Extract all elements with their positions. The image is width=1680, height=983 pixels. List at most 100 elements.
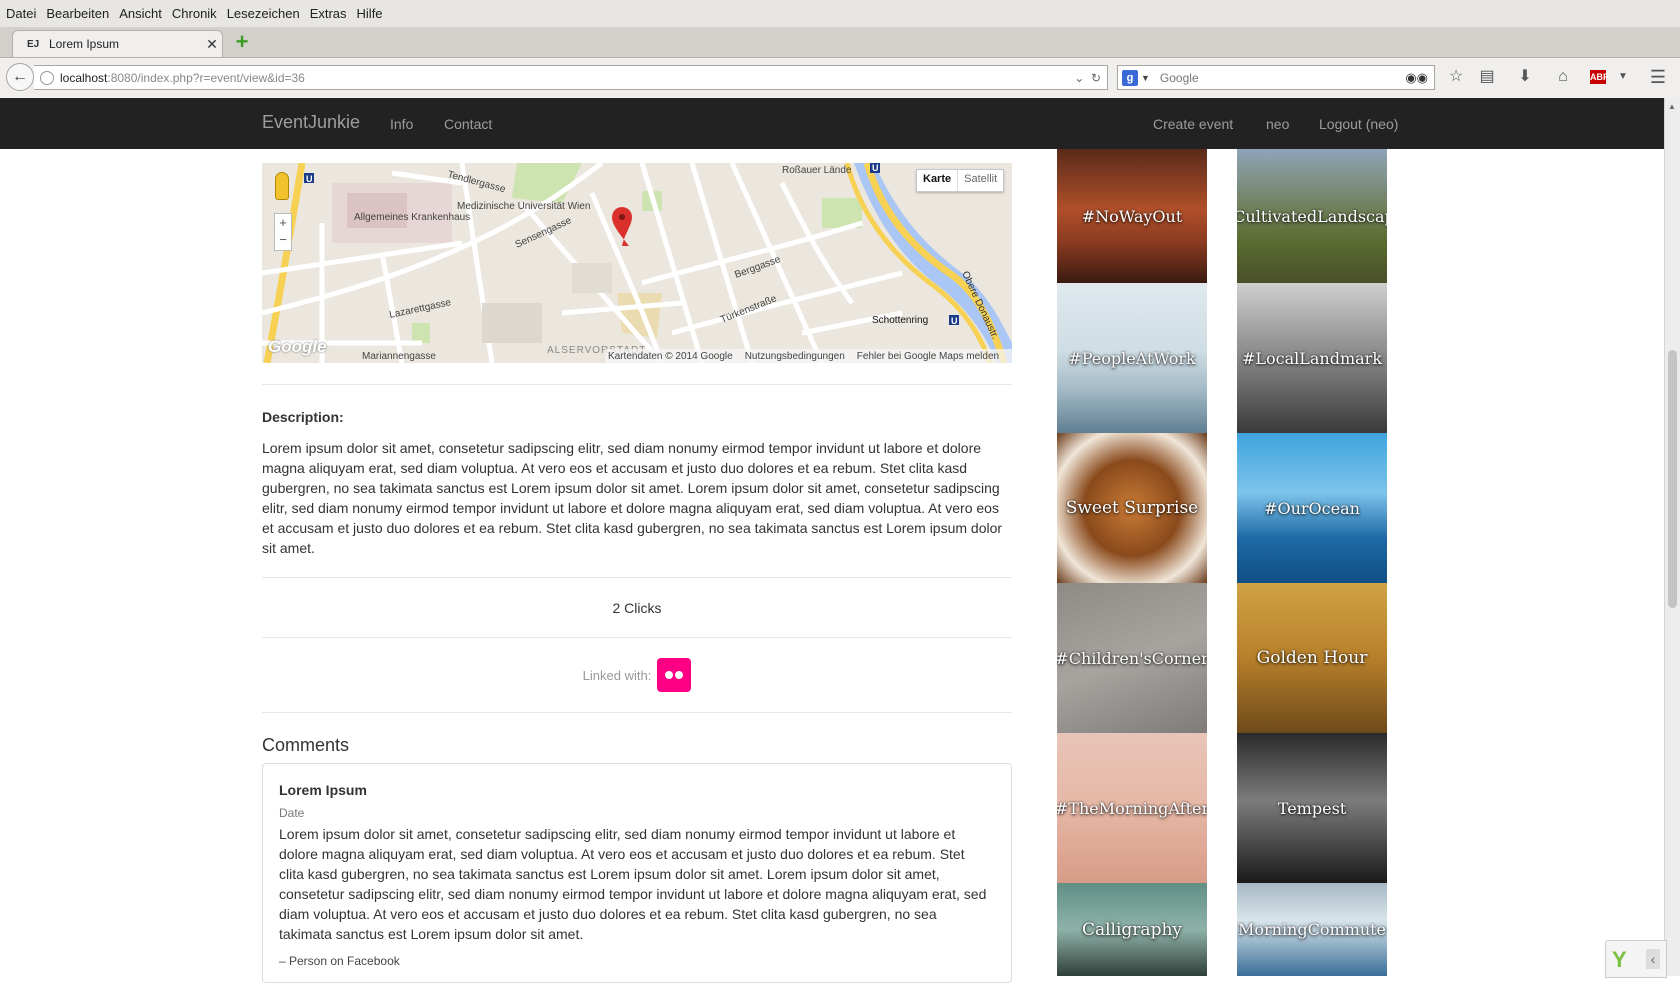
- page-scrollbar[interactable]: ▲: [1664, 98, 1680, 976]
- yii-debug-toggle[interactable]: Y ‹: [1605, 940, 1667, 978]
- map-zoom-control[interactable]: + −: [274, 213, 292, 251]
- close-tab-icon[interactable]: ✕: [202, 36, 222, 53]
- comment-title: Lorem Ipsum: [279, 782, 367, 798]
- map-report-link[interactable]: Fehler bei Google Maps melden: [857, 351, 999, 362]
- site-navbar: EventJunkie Info Contact Create event ne…: [0, 98, 1664, 149]
- nav-user[interactable]: neo: [1266, 116, 1289, 132]
- new-tab-icon[interactable]: +: [233, 31, 251, 53]
- abp-dropdown-icon[interactable]: ▼: [1612, 66, 1634, 88]
- search-bar[interactable]: g ▼ Google ◉◉: [1117, 65, 1435, 90]
- back-icon[interactable]: ←: [6, 63, 34, 91]
- svg-text:U: U: [306, 174, 313, 184]
- scrollbar-thumb[interactable]: [1668, 350, 1677, 608]
- map-label: Schottenring: [872, 315, 928, 326]
- nav-create-event[interactable]: Create event: [1153, 116, 1233, 132]
- nav-info[interactable]: Info: [390, 116, 413, 132]
- favicon-icon: EJ: [27, 38, 40, 50]
- browser-tab[interactable]: EJ Lorem Ipsum ✕: [12, 30, 223, 57]
- chevron-left-icon[interactable]: ‹: [1646, 949, 1660, 969]
- tile-morningcommute[interactable]: MorningCommute: [1237, 883, 1387, 976]
- site-brand[interactable]: EventJunkie: [262, 112, 360, 133]
- tile-tempest[interactable]: Tempest: [1237, 733, 1387, 883]
- menu-chronik[interactable]: Chronik: [167, 6, 222, 21]
- event-map[interactable]: Tendlergasse Allgemeines Krankenhaus Med…: [262, 163, 1012, 363]
- yii-logo-icon: Y: [1612, 947, 1627, 972]
- map-footer: Kartendaten © 2014 Google Nutzungsbeding…: [605, 349, 1012, 363]
- url-path: :8080/index.php?r=event/view&id=36: [107, 70, 305, 85]
- map-label: Roßauer Lände: [782, 165, 852, 176]
- tile-golden-hour[interactable]: Golden Hour: [1237, 583, 1387, 733]
- map-canvas: Tendlergasse Allgemeines Krankenhaus Med…: [262, 163, 1012, 363]
- tile-caption: #LocalLandmark: [1241, 348, 1383, 368]
- nav-contact[interactable]: Contact: [444, 116, 492, 132]
- comment-footer: – Person on Facebook: [279, 954, 400, 968]
- tile-caption: MorningCommute: [1237, 920, 1387, 939]
- tile-caption: #TheMorningAfter: [1057, 798, 1207, 818]
- comment-card: Lorem Ipsum Date Lorem ipsum dolor sit a…: [262, 763, 1012, 983]
- menu-extras[interactable]: Extras: [305, 6, 352, 21]
- map-type-karte[interactable]: Karte: [917, 170, 957, 191]
- reading-list-icon[interactable]: ▤: [1476, 66, 1498, 88]
- tile-childrens-corner[interactable]: #Children'sCorner: [1057, 583, 1207, 733]
- tile-caption: #PeopleAtWork: [1068, 348, 1196, 368]
- click-count: 2 Clicks: [612, 600, 662, 616]
- site-identity-icon[interactable]: [40, 70, 54, 85]
- map-label: Mariannengasse: [362, 351, 436, 362]
- download-icon[interactable]: ⬇: [1514, 66, 1536, 88]
- google-engine-icon[interactable]: g: [1122, 69, 1138, 86]
- scroll-up-icon[interactable]: ▲: [1668, 102, 1676, 111]
- linked-with-label: Linked with:: [582, 667, 652, 683]
- divider: [262, 712, 1012, 713]
- google-logo: Google: [268, 337, 327, 356]
- map-terms-link[interactable]: Nutzungsbedingungen: [745, 351, 845, 362]
- search-input[interactable]: Google: [1160, 71, 1405, 85]
- tile-caption: #NoWayOut: [1081, 206, 1183, 226]
- divider: [262, 384, 1012, 385]
- map-type-control: Karte Satellit: [916, 169, 1005, 192]
- tab-strip: EJ Lorem Ipsum ✕ +: [0, 27, 1680, 58]
- abp-icon[interactable]: ABP: [1590, 70, 1609, 84]
- nav-logout[interactable]: Logout (neo): [1319, 116, 1398, 132]
- browser-toolbar: ← localhost:8080/index.php?r=event/view&…: [0, 58, 1680, 99]
- tile-caption: #OurOcean: [1264, 498, 1360, 518]
- url-bar[interactable]: localhost:8080/index.php?r=event/view&id…: [34, 65, 1108, 90]
- zoom-out-icon[interactable]: −: [275, 231, 291, 248]
- street-view-pegman-icon[interactable]: [275, 172, 289, 200]
- binoculars-icon[interactable]: ◉◉: [1405, 70, 1428, 86]
- menu-bearbeiten[interactable]: Bearbeiten: [41, 6, 114, 21]
- tile-caption: Sweet Surprise: [1065, 498, 1199, 518]
- home-icon[interactable]: ⌂: [1552, 66, 1574, 88]
- tile-locallandmark[interactable]: #LocalLandmark: [1237, 283, 1387, 433]
- menu-ansicht[interactable]: Ansicht: [114, 6, 167, 21]
- browser-menubar: Datei Bearbeiten Ansicht Chronik Lesezei…: [0, 0, 1680, 27]
- divider: [262, 577, 1012, 578]
- tile-sweet-surprise[interactable]: Sweet Surprise: [1057, 433, 1207, 583]
- tile-ourocean[interactable]: #OurOcean: [1237, 433, 1387, 583]
- map-label: Allgemeines Krankenhaus: [354, 212, 470, 223]
- linked-with: Linked with:: [262, 658, 1012, 692]
- engine-dropdown-icon[interactable]: ▼: [1141, 73, 1150, 83]
- tile-peopleatwork[interactable]: #PeopleAtWork: [1057, 283, 1207, 433]
- reload-icon[interactable]: ⌄ ↻: [1074, 71, 1101, 85]
- svg-text:U: U: [951, 316, 958, 326]
- tile-themorningafter[interactable]: #TheMorningAfter: [1057, 733, 1207, 883]
- zoom-in-icon[interactable]: +: [275, 214, 291, 231]
- flickr-icon[interactable]: [657, 658, 692, 692]
- map-attribution: Kartendaten © 2014 Google: [608, 350, 733, 362]
- tile-calligraphy[interactable]: Calligraphy: [1057, 883, 1207, 976]
- comment-date: Date: [279, 806, 305, 820]
- map-type-satellit[interactable]: Satellit: [957, 170, 1003, 191]
- menu-datei[interactable]: Datei: [0, 6, 41, 21]
- tile-caption: #CultivatedLandscape: [1237, 206, 1387, 226]
- tile-nowayout[interactable]: #NoWayOut: [1057, 149, 1207, 283]
- map-label: Medizinische Universität Wien: [457, 201, 590, 212]
- menu-hilfe[interactable]: Hilfe: [352, 6, 388, 21]
- menu-lesezeichen[interactable]: Lesezeichen: [222, 6, 305, 21]
- star-icon[interactable]: ☆: [1445, 66, 1467, 88]
- tile-caption: Calligraphy: [1081, 919, 1183, 940]
- menu-icon[interactable]: ☰: [1647, 66, 1669, 88]
- comment-body: Lorem ipsum dolor sit amet, consetetur s…: [279, 826, 987, 942]
- tab-title: Lorem Ipsum: [49, 37, 120, 51]
- tile-cultivatedlandscape[interactable]: #CultivatedLandscape: [1237, 149, 1387, 283]
- divider: [262, 637, 1012, 638]
